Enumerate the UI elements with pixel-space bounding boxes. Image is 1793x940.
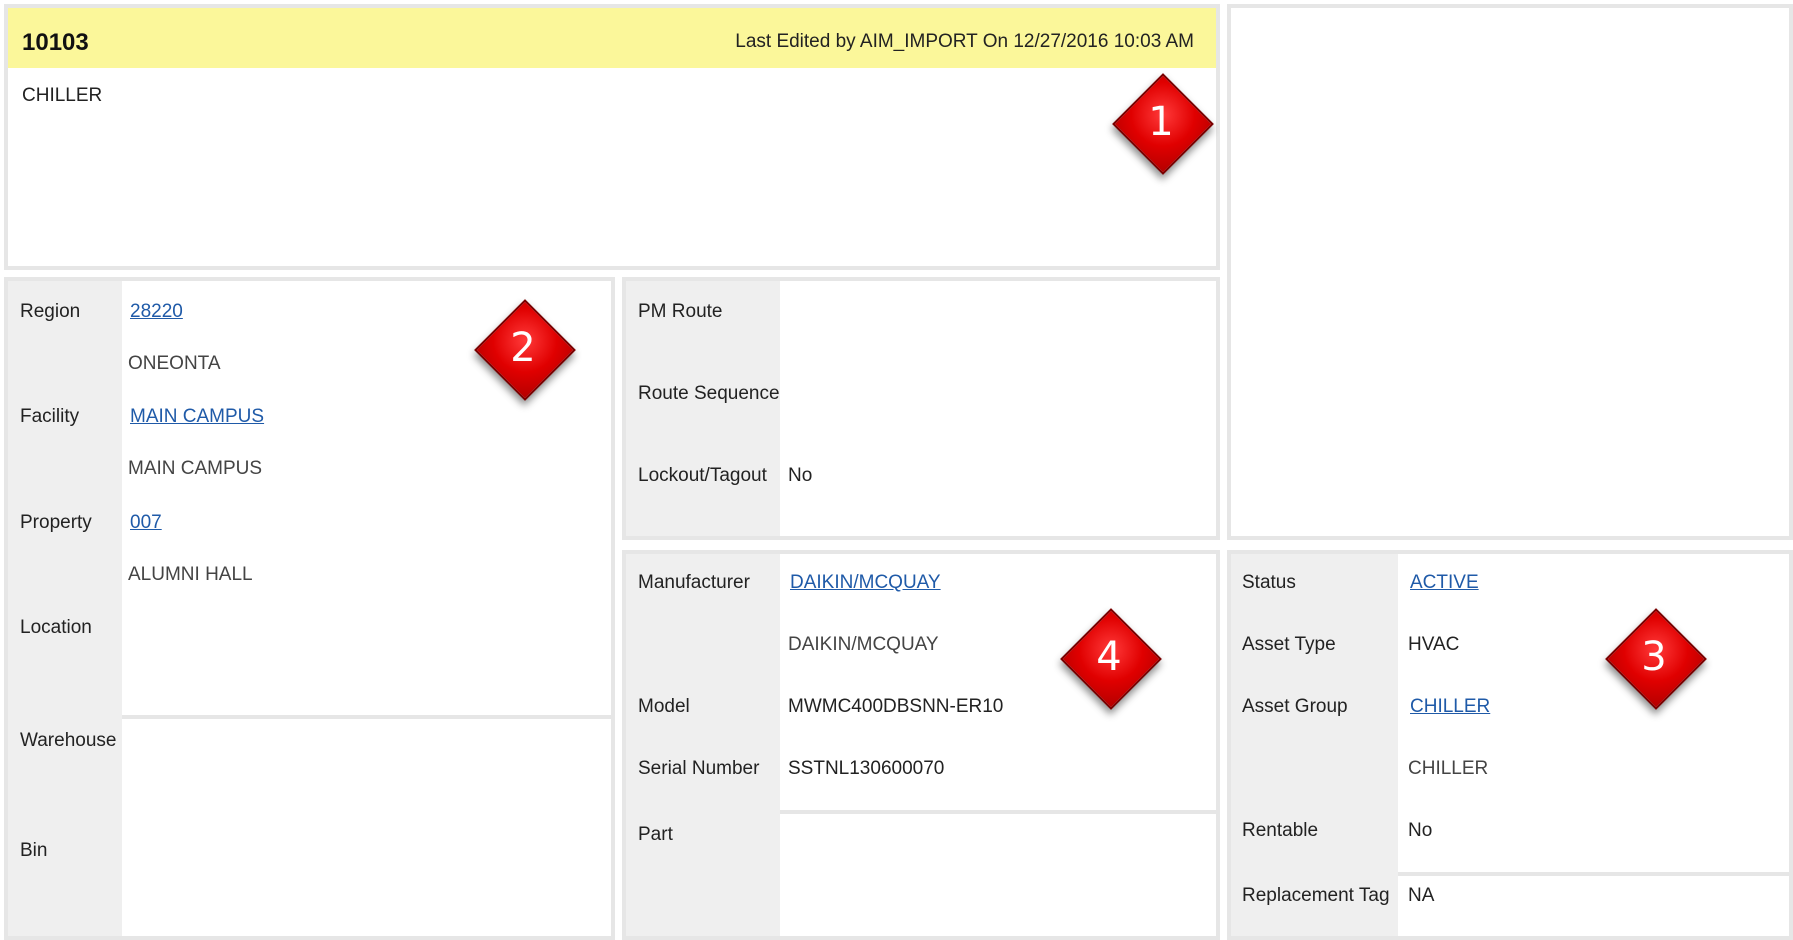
location-divider <box>122 715 611 719</box>
bin-label: Bin <box>20 840 48 861</box>
region-label: Region <box>20 301 81 322</box>
pm-route-label: PM Route <box>638 301 723 322</box>
status-label: Status <box>1242 572 1296 593</box>
warehouse-label: Warehouse <box>20 730 117 751</box>
asset-header-bar: 10103 Last Edited by AIM_IMPORT On 12/27… <box>8 8 1216 68</box>
asset-group-label: Asset Group <box>1242 696 1348 717</box>
manufacturer-name: DAIKIN/MCQUAY <box>788 634 939 655</box>
replacement-tag-label: Replacement Tag <box>1242 885 1390 906</box>
serial-number-value: SSTNL130600070 <box>788 758 945 779</box>
lockout-tagout-label: Lockout/Tagout <box>638 465 767 486</box>
region-name: ONEONTA <box>128 353 221 374</box>
model-label: Model <box>638 696 690 717</box>
rentable-label: Rentable <box>1242 820 1319 841</box>
part-label: Part <box>638 824 673 845</box>
asset-description: CHILLER <box>22 85 103 106</box>
asset-group-name: CHILLER <box>1408 758 1489 779</box>
replacement-tag-value: NA <box>1408 885 1435 906</box>
facility-name: MAIN CAMPUS <box>128 458 263 479</box>
callout-marker-4: 4 <box>1059 607 1162 710</box>
status-panel: Status ACTIVE Asset Type HVAC Asset Grou… <box>1227 550 1793 940</box>
property-link[interactable]: 007 <box>130 512 162 534</box>
callout-number: 1 <box>1148 99 1174 145</box>
status-label-column <box>1231 554 1398 936</box>
manufacturer-label-column <box>626 554 780 936</box>
last-edited-info: Last Edited by AIM_IMPORT On 12/27/2016 … <box>735 31 1194 52</box>
status-divider <box>1398 872 1789 876</box>
manufacturer-label: Manufacturer <box>638 572 750 593</box>
model-value: MWMC400DBSNN-ER10 <box>788 696 1004 717</box>
callout-marker-3: 3 <box>1604 607 1707 710</box>
manufacturer-divider <box>780 810 1216 814</box>
status-link[interactable]: ACTIVE <box>1410 572 1479 594</box>
property-name: ALUMNI HALL <box>128 564 253 585</box>
rentable-value: No <box>1408 820 1433 841</box>
asset-type-label: Asset Type <box>1242 634 1336 655</box>
callout-marker-2: 2 <box>473 298 576 401</box>
callout-marker-1: 1 <box>1111 72 1214 175</box>
asset-type-value: HVAC <box>1408 634 1460 655</box>
callout-number: 4 <box>1096 634 1122 680</box>
lockout-tagout-value: No <box>788 465 813 486</box>
asset-id: 10103 <box>22 29 89 56</box>
serial-number-label: Serial Number <box>638 758 760 779</box>
asset-group-link[interactable]: CHILLER <box>1410 696 1490 718</box>
region-link[interactable]: 28220 <box>130 301 183 323</box>
callout-number: 2 <box>510 325 536 371</box>
pm-route-panel: PM Route Route Sequence Lockout/Tagout N… <box>622 277 1220 540</box>
callout-number: 3 <box>1641 634 1667 680</box>
property-label: Property <box>20 512 92 533</box>
asset-image-panel <box>1227 4 1793 540</box>
location-label-column <box>8 281 122 936</box>
asset-header-panel: 10103 Last Edited by AIM_IMPORT On 12/27… <box>4 4 1220 270</box>
manufacturer-link[interactable]: DAIKIN/MCQUAY <box>790 572 941 594</box>
location-label: Location <box>20 617 92 638</box>
facility-label: Facility <box>20 406 80 427</box>
route-sequence-label: Route Sequence <box>638 383 780 404</box>
facility-link[interactable]: MAIN CAMPUS <box>130 406 264 428</box>
